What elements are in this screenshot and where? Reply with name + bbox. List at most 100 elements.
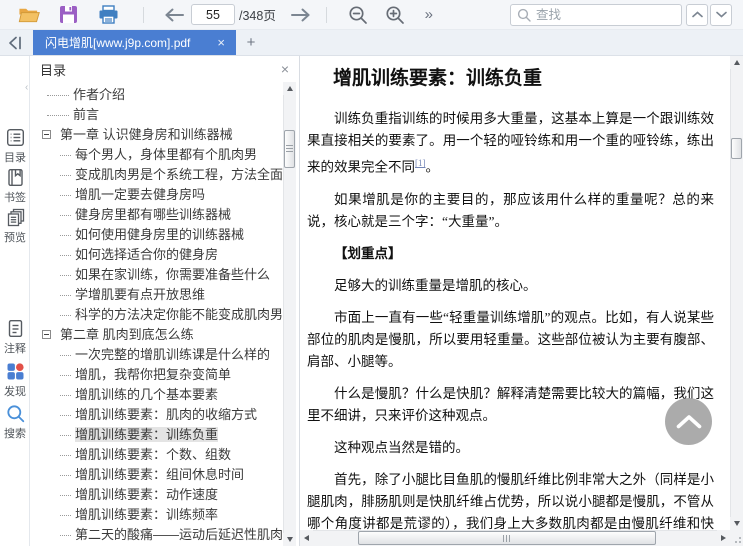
- toc-item[interactable]: 科学的方法决定你能不能变成肌肉男，: [30, 305, 283, 325]
- footnote-ref-link[interactable]: [1]: [415, 158, 426, 168]
- toc-item[interactable]: 增肌训练要素：训练频率: [30, 505, 283, 525]
- toc-item-label: 增肌训练要素：肌肉的收缩方式: [75, 407, 258, 422]
- toc-item[interactable]: 学增肌要有点开放思维: [30, 285, 283, 305]
- toc-scroll-up-button[interactable]: [283, 82, 296, 95]
- toc-item[interactable]: 作者介绍: [30, 85, 283, 105]
- toc-item[interactable]: 增肌训练要素：肌肉的收缩方式: [30, 405, 283, 425]
- expand-toggle-icon[interactable]: [42, 330, 51, 339]
- toc-item[interactable]: 第二天的酸痛——运动后延迟性肌肉酸: [30, 525, 283, 545]
- content-scroll-down-button[interactable]: [730, 517, 743, 530]
- collapse-tab-list-button[interactable]: [0, 30, 30, 55]
- paragraph: 训练负重指训练的时候用多大重量，这基本上算是一个跟训练效果直接相关的要素了。用一…: [307, 111, 714, 175]
- prev-page-button[interactable]: [163, 4, 185, 26]
- find-bar: [510, 3, 732, 26]
- content-vscrollbar-thumb[interactable]: [731, 138, 742, 159]
- toc-item[interactable]: 如何选择适合你的健身房: [30, 245, 283, 265]
- toc-close-icon[interactable]: ×: [281, 62, 289, 76]
- toc-item[interactable]: 增肌训练要素：动作速度: [30, 485, 283, 505]
- sidebar-item-annotations[interactable]: 注释: [0, 319, 30, 356]
- sidebar-item-search[interactable]: 搜索: [0, 404, 30, 441]
- toc-item[interactable]: 如何使用健身房里的训练器械: [30, 225, 283, 245]
- toc-item[interactable]: 如果在家训练，你需要准备些什么: [30, 265, 283, 285]
- page-number-input[interactable]: [191, 4, 235, 25]
- next-page-button[interactable]: [290, 4, 312, 26]
- toc-item-label: 如何使用健身房里的训练器械: [75, 227, 245, 242]
- paragraph: 足够大的训练重量是增肌的核心。: [334, 277, 537, 293]
- toc-item-label: 增肌训练要素：动作速度: [75, 487, 219, 502]
- zoom-out-button[interactable]: [347, 4, 369, 26]
- tree-connector: [60, 155, 71, 156]
- toc-item-label: 一次完整的增肌训练课是什么样的: [75, 347, 271, 362]
- sidebar-item-label: 预览: [4, 232, 26, 244]
- toc-item[interactable]: 前言: [30, 105, 283, 125]
- content-scroll-left-button[interactable]: [300, 530, 313, 546]
- paragraph: 市面上一直有一些“轻重量训练增肌”的观点。比如，有人说某些部位的肌肉是慢肌，所以…: [307, 309, 714, 369]
- tab-bar: 闪电增肌[www.j9p.com].pdf × +: [0, 30, 743, 56]
- toc-item-label: 增肌训练要素：训练频率: [75, 507, 219, 522]
- toc-item-label: 健身房里都有哪些训练器械: [75, 207, 232, 222]
- toc-scrollbar-thumb[interactable]: [284, 130, 295, 168]
- toc-item-label: 如何选择适合你的健身房: [75, 247, 219, 262]
- toc-item[interactable]: 增肌训练要素：训练负重: [30, 425, 283, 445]
- tree-connector: [60, 275, 71, 276]
- document-tab[interactable]: 闪电增肌[www.j9p.com].pdf ×: [33, 30, 236, 55]
- sidebar-item-bookmarks[interactable]: 书签: [0, 168, 30, 205]
- paragraph: 首先，除了小腿比目鱼肌的慢肌纤维比例非常大之外（同样是小腿肌肉，腓肠肌则是快肌纤…: [307, 471, 714, 531]
- content-scroll-up-button[interactable]: [730, 56, 743, 69]
- tree-connector: [60, 255, 71, 256]
- tree-connector: [60, 415, 71, 416]
- sidebar-item-preview[interactable]: 预览: [0, 208, 30, 245]
- chevron-down-icon: [715, 11, 727, 18]
- find-previous-button[interactable]: [686, 3, 708, 26]
- toc-item[interactable]: 增肌，我帮你把复杂变简单: [30, 365, 283, 385]
- more-tools-button[interactable]: »: [418, 4, 440, 26]
- tab-close-icon[interactable]: ×: [214, 36, 228, 49]
- paragraph: 这种观点当然是错的。: [334, 439, 469, 455]
- zoom-in-button[interactable]: [384, 4, 406, 26]
- sidebar-item-toc[interactable]: 目录: [0, 128, 30, 165]
- content-hscrollbar-thumb[interactable]: [358, 531, 656, 545]
- zoom-in-icon: [386, 5, 404, 24]
- toc-item[interactable]: 增肌训练要素：组间休息时间: [30, 465, 283, 485]
- toc-item[interactable]: 增肌一定要去健身房吗: [30, 185, 283, 205]
- toc-item-label: 增肌训练要素：组间休息时间: [75, 467, 245, 482]
- sidebar-item-label: 注释: [4, 343, 26, 355]
- toc-panel-header: 目录 ×: [30, 56, 299, 82]
- content-scroll-right-button[interactable]: [717, 530, 730, 546]
- expand-toggle-icon[interactable]: [42, 130, 51, 139]
- toc-item[interactable]: 每个男人，身体里都有个肌肉男: [30, 145, 283, 165]
- document-view: 增肌训练要素：训练负重 训练负重指训练的时候用多大重量，这基本上算是一个跟训练效…: [300, 56, 743, 546]
- sidebar-item-label: 目录: [4, 152, 26, 164]
- toc-item-label: 如果在家训练，你需要准备些什么: [75, 267, 271, 282]
- find-input[interactable]: [536, 7, 675, 22]
- back-to-top-button[interactable]: [665, 398, 712, 445]
- paragraph: 如果增肌是你的主要目的，那应该用什么样的重量呢？总的来说，核心就是三个字：“大重…: [307, 191, 714, 229]
- content-vscrollbar-track[interactable]: [730, 56, 743, 530]
- toc-item[interactable]: 变成肌肉男是个系统工程，方法全面最: [30, 165, 283, 185]
- new-tab-button[interactable]: +: [236, 30, 266, 55]
- toc-scroll-down-button[interactable]: [283, 533, 296, 546]
- toc-item-label: 增肌训练的几个基本要素: [75, 387, 219, 402]
- tree-connector: [60, 235, 71, 236]
- highlight-heading: 【划重点】: [334, 245, 402, 261]
- sidebar-item-discover[interactable]: 发现: [0, 362, 30, 399]
- paragraph: 什么是慢肌？什么是快肌？解释清楚需要比较大的篇幅，我们这里不细讲，只来评价这种观…: [307, 385, 714, 423]
- toc-icon: [0, 128, 30, 147]
- document-tab-title: 闪电增肌[www.j9p.com].pdf: [45, 36, 191, 50]
- floppy-disk-icon: [59, 6, 77, 23]
- toc-item[interactable]: 增肌训练的几个基本要素: [30, 385, 283, 405]
- toc-item[interactable]: 一次完整的增肌训练课是什么样的: [30, 345, 283, 365]
- find-next-button[interactable]: [710, 3, 732, 26]
- toc-item[interactable]: 健身房里都有哪些训练器械: [30, 205, 283, 225]
- print-button[interactable]: [97, 4, 119, 26]
- tree-connector: [60, 355, 71, 356]
- pdf-page: 增肌训练要素：训练负重 训练负重指训练的时候用多大重量，这基本上算是一个跟训练效…: [300, 56, 730, 530]
- toc-item[interactable]: 第一章 认识健身房和训练器械: [30, 125, 283, 145]
- toc-item[interactable]: 增肌训练要素：个数、组数: [30, 445, 283, 465]
- find-input-box[interactable]: [510, 3, 682, 26]
- toc-item[interactable]: 第二章 肌肉到底怎么练: [30, 325, 283, 345]
- open-file-button[interactable]: [18, 4, 40, 26]
- search-blue-icon: [0, 404, 30, 423]
- save-button[interactable]: [57, 4, 79, 26]
- panel-collapse-handle[interactable]: ‹: [25, 82, 28, 93]
